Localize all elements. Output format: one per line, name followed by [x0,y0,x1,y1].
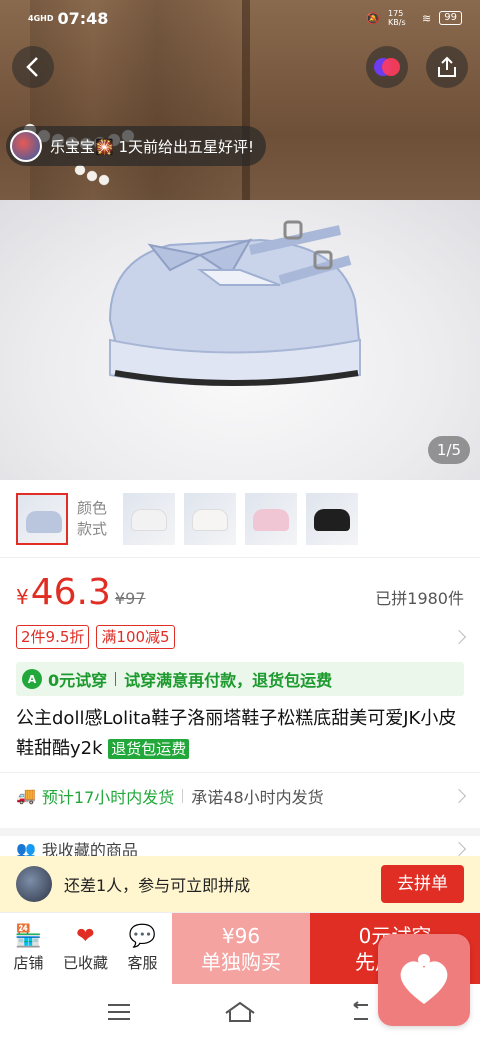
group-buy-bar: 还差1人，参与可立即拼成 去拼单 [0,856,480,912]
sold-count: 已拼1980件 [375,589,464,608]
battery-indicator: 99 [439,11,462,25]
wifi-icon: ≋ [422,11,432,25]
back-button[interactable] [12,46,54,88]
tab-service-label: 客服 [127,954,158,972]
buy-single-price: ¥96 [221,923,261,948]
product-title-text: 公主doll感Lolita鞋子洛丽塔鞋子松糕底甜美可爱JK小皮鞋甜酷y2k [16,708,457,759]
brand-logo-icon [374,58,400,76]
price-current: 46.3 [30,572,111,613]
heart-person-icon [400,954,448,1004]
variant-thumb[interactable] [123,492,175,545]
join-group-button[interactable]: 去拼单 [381,865,464,903]
buy-single-label: 单独购买 [201,949,281,974]
variant-thumb-shoe [192,508,228,531]
status-icons: 🔕 175 KB/s ≋ 99 [366,9,462,27]
shipping-promise: 承诺48小时内发货 [191,787,324,807]
variant-thumb-shoe [253,508,289,531]
tab-favorited[interactable]: ❤ 已收藏 [57,913,114,984]
variant-label-style: 款式 [77,519,108,538]
tab-favorited-label: 已收藏 [62,954,108,972]
promo-badge: 满100减5 [96,625,175,649]
return-shipping-tag: 退货包运费 [108,739,190,759]
trial-text: 试穿满意再付款，退货包运费 [124,671,333,690]
store-icon: 🏪 [14,924,43,949]
product-title: 公主doll感Lolita鞋子洛丽塔鞋子松糕底甜美可爱JK小皮鞋甜酷y2k 退货… [16,704,468,764]
chevron-right-icon [451,841,467,857]
price-row: ¥ 46.3 ¥97 已拼1980件 [16,572,464,622]
variant-thumb[interactable] [245,492,297,545]
chevron-right-icon [451,788,467,803]
image-counter: 1/5 [428,436,470,464]
shipping-row[interactable]: 🚚 预计17小时内发货 承诺48小时内发货 [0,772,480,818]
variant-thumb[interactable] [306,492,358,545]
tab-store-label: 店铺 [13,954,44,972]
variant-selector: 颜色 款式 [0,480,480,558]
truck-icon: 🚚 [16,786,36,805]
share-button[interactable] [426,46,468,88]
menu-icon[interactable] [106,1002,132,1022]
clock: 07:48 [57,8,109,28]
variant-thumb-shoe [314,508,350,531]
back-nav-icon[interactable] [348,1001,374,1023]
group-member-avatar [16,866,52,902]
shoe-illustration [108,220,362,386]
divider [115,672,117,686]
price-currency: ¥ [16,585,29,609]
review-toast-text: 乐宝宝🎇 1天前给出五星好评! [50,137,255,156]
tab-store[interactable]: 🏪 店铺 [0,913,57,984]
buy-single-button[interactable]: ¥96 单独购买 [172,913,310,984]
chevron-right-icon [451,629,467,645]
shipping-estimate: 预计17小时内发货 [41,787,175,807]
trial-badge-icon: A [22,669,42,689]
tab-customer-service[interactable]: 💬 客服 [114,913,171,984]
variant-thumb[interactable] [184,492,236,545]
status-bar: 4GHD 07:48 🔕 175 KB/s ≋ 99 [0,0,480,36]
review-toast: 乐宝宝🎇 1天前给出五星好评! [6,126,267,166]
variant-label: 颜色 款式 [77,498,111,540]
reviewer-avatar [10,130,42,162]
divider [182,788,184,803]
speed-indicator: 175 KB/s [388,9,406,27]
network-indicator: 4GHD [28,13,54,23]
product-image[interactable] [0,0,480,480]
trial-label: 0元试穿 [48,671,108,690]
variant-thumb-shoe [26,510,62,533]
product-detail-screen: 4GHD 07:48 🔕 175 KB/s ≋ 99 乐宝宝🎇 1天前给出五星好… [0,0,480,1040]
group-buy-text: 还差1人，参与可立即拼成 [64,876,251,895]
brand-logo-button[interactable] [366,46,408,88]
floating-heart-button[interactable] [378,934,470,1026]
home-icon[interactable] [224,1001,256,1023]
variant-thumb[interactable] [16,492,68,545]
chevron-left-icon [26,57,38,77]
heart-icon: ❤ [76,924,95,949]
price-original: ¥97 [114,589,146,608]
promo-row[interactable]: 2件9.5折 满100减5 [16,624,467,650]
trial-banner[interactable]: A 0元试穿 试穿满意再付款，退货包运费 [16,662,464,696]
variant-label-color: 颜色 [77,498,108,517]
share-icon [438,56,456,77]
chat-icon: 💬 [128,924,157,949]
promo-badge: 2件9.5折 [16,625,90,649]
variant-thumb-shoe [131,508,167,531]
mute-icon: 🔕 [366,11,381,25]
